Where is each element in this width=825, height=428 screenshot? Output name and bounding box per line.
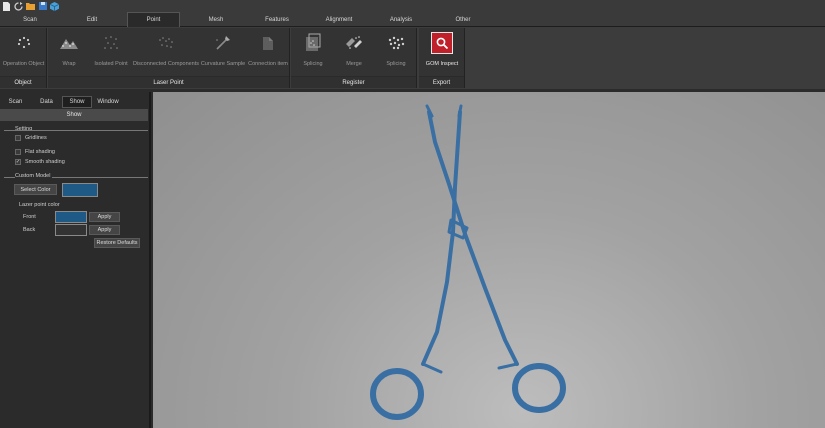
left-panel: Scan Data Show Window Show Setting Gridl… [0, 92, 151, 428]
merge-tool[interactable]: Merge [335, 32, 373, 68]
back-apply-button[interactable]: Apply [89, 225, 120, 235]
model-color-swatch[interactable] [62, 183, 98, 197]
panel-tab-show[interactable]: Show [62, 96, 92, 108]
register-group: Splicing Merge Splicing Register [291, 28, 417, 88]
front-apply-button[interactable]: Apply [89, 212, 120, 222]
panel-tabs: Scan Data Show Window [0, 96, 151, 108]
operation-object-label: Operation Object [2, 61, 45, 67]
disconnected-components-icon [155, 32, 177, 54]
smooth-shading-checkbox[interactable]: ✓ [15, 159, 21, 165]
object-group: Operation Object Object [0, 28, 47, 88]
panel-tab-scan[interactable]: Scan [0, 96, 31, 108]
wrap-label: Wrap [62, 61, 76, 67]
back-color-swatch[interactable] [55, 224, 87, 236]
smooth-shading-row: ✓ Smooth shading [15, 159, 65, 165]
flat-shading-row: Flat shading [15, 149, 55, 155]
open-folder-icon[interactable] [26, 2, 35, 11]
3d-box-icon[interactable] [50, 1, 59, 11]
smooth-shading-label: Smooth shading [25, 159, 65, 165]
forceps-model [370, 104, 566, 420]
gridlines-checkbox[interactable] [15, 135, 21, 141]
custom-model-title: Custom Model [15, 173, 53, 179]
tab-features[interactable]: Features [247, 12, 307, 27]
point-cloud-icon [385, 32, 407, 54]
quick-access-bar [0, 0, 825, 12]
disconnected-components-label: Disconnected Components [132, 61, 200, 67]
register-group-label: Register [291, 76, 416, 88]
export-group: GOM Inspect Export [419, 28, 465, 88]
flat-shading-checkbox[interactable] [15, 149, 21, 155]
setting-title: Setting [15, 126, 33, 132]
operation-object-icon [13, 32, 35, 54]
tab-point[interactable]: Point [127, 12, 180, 27]
setting-divider [4, 130, 148, 131]
save-icon[interactable] [38, 2, 47, 11]
splicing-icon [302, 32, 324, 54]
menu-bar: Scan Edit Point Mesh Features Alignment … [0, 12, 825, 27]
front-color-swatch[interactable] [55, 211, 87, 223]
isolated-point-label: Isolated Point [94, 61, 128, 67]
isolated-point-icon [100, 32, 122, 54]
isolated-point-tool[interactable]: Isolated Point [92, 32, 130, 68]
connection-item-icon [257, 32, 279, 54]
gridlines-label: Gridlines [25, 135, 47, 141]
splicing-label: Splicing [303, 61, 323, 67]
laser-point-group: Wrap Isolated Point Disconnected Compone… [48, 28, 290, 88]
curvature-sample-icon [212, 32, 234, 54]
lazer-color-title: Lazer point color [19, 202, 60, 208]
tab-other[interactable]: Other [433, 12, 493, 27]
tab-analysis[interactable]: Analysis [371, 12, 431, 27]
back-label: Back [23, 227, 36, 233]
splicing-points-label: Splicing [386, 61, 406, 67]
object-group-label: Object [0, 76, 46, 88]
connection-item-label: Connection item [248, 61, 288, 67]
wrap-icon [58, 32, 80, 54]
restore-defaults-button[interactable]: Restore Defaults [94, 238, 140, 248]
merge-icon [343, 32, 365, 54]
operation-object-tool[interactable]: Operation Object [0, 32, 47, 68]
splicing-tool[interactable]: Splicing [293, 32, 333, 68]
flat-shading-label: Flat shading [25, 149, 55, 155]
curvature-sample-tool[interactable]: Curvature Sample [200, 32, 246, 68]
3d-viewport[interactable] [153, 92, 825, 428]
laser-point-group-label: Laser Point [48, 76, 289, 88]
refresh-icon[interactable] [14, 1, 23, 11]
curvature-sample-label: Curvature Sample [200, 61, 246, 67]
tab-scan[interactable]: Scan [0, 12, 60, 27]
panel-tab-window[interactable]: Window [92, 96, 124, 108]
gridlines-row: Gridlines [15, 135, 47, 141]
gom-inspect-icon [431, 32, 453, 54]
panel-tab-data[interactable]: Data [31, 96, 62, 108]
wrap-tool[interactable]: Wrap [53, 32, 85, 68]
show-header: Show [0, 109, 148, 121]
front-label: Front [23, 214, 36, 220]
connection-item-tool[interactable]: Connection item [247, 32, 289, 68]
merge-label: Merge [346, 61, 362, 67]
tab-mesh[interactable]: Mesh [186, 12, 246, 27]
select-color-button[interactable]: Select Color [14, 184, 57, 195]
ribbon: Operation Object Object Wrap Isolated Po… [0, 27, 825, 89]
gom-inspect-tool[interactable]: GOM Inspect [419, 32, 465, 68]
tab-alignment[interactable]: Alignment [309, 12, 369, 27]
new-file-icon[interactable] [2, 1, 11, 11]
gom-inspect-label: GOM Inspect [425, 61, 459, 67]
tab-edit[interactable]: Edit [62, 12, 122, 27]
disconnected-components-tool[interactable]: Disconnected Components [133, 32, 199, 68]
splicing-points-tool[interactable]: Splicing [376, 32, 416, 68]
export-group-label: Export [419, 76, 464, 88]
